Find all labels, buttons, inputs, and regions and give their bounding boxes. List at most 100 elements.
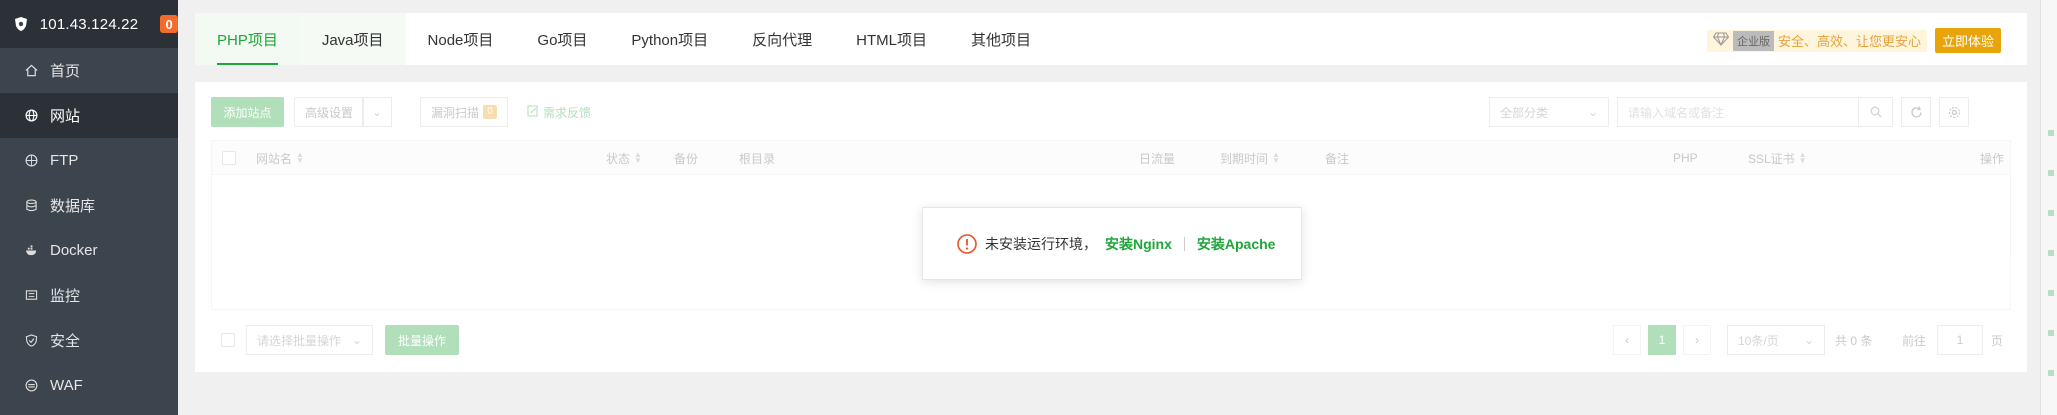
col-actions: 操作 xyxy=(1979,151,2004,166)
total-count: 共 0 条 xyxy=(1835,333,1873,348)
tab-reverse-proxy[interactable]: 反向代理 xyxy=(730,13,834,65)
tab-other[interactable]: 其他项目 xyxy=(949,13,1053,65)
ftp-icon xyxy=(24,154,38,168)
feedback-link[interactable]: 需求反馈 xyxy=(527,97,591,127)
chevron-down-icon: ⌄ xyxy=(1587,105,1598,119)
chevron-down-icon[interactable]: ⌄ xyxy=(362,97,392,127)
tab-java[interactable]: Java项目 xyxy=(299,13,406,65)
search-placeholder: 请输入域名或备注 xyxy=(1628,105,1725,120)
sidebar-item-website[interactable]: 网站 xyxy=(0,93,178,138)
try-now-button[interactable]: 立即体验 xyxy=(1934,28,2001,53)
notification-badge[interactable]: 0 xyxy=(160,15,178,33)
prev-page-button[interactable]: ‹ xyxy=(1613,325,1641,355)
col-backup: 备份 xyxy=(674,151,699,166)
table-footer: 请选择批量操作 ⌄ 批量操作 ‹ 1 › 10条/页 ⌄ 共 0 条 前往 1 … xyxy=(211,325,2011,357)
search-icon[interactable] xyxy=(1858,98,1892,126)
docker-icon xyxy=(24,244,38,258)
right-edge-strip xyxy=(2040,0,2057,415)
install-nginx-link[interactable]: 安装Nginx xyxy=(1105,234,1172,254)
sort-icon: ▲ ▼ xyxy=(1272,150,1280,165)
toolbar: 添加站点 高级设置 ⌄ 漏洞扫描 0 需求反馈 全部分类 ⌄ 请输入域名或备注 xyxy=(211,97,2011,129)
sidebar-item-ftp[interactable]: FTP xyxy=(0,138,178,183)
col-expire[interactable]: 到期时间 ▲ ▼ xyxy=(1220,141,1280,175)
sidebar-item-label: 安全 xyxy=(50,333,81,350)
enterprise-banner[interactable]: 企业版 安全、高效、让您更安心 xyxy=(1706,29,1927,52)
sidebar-item-database[interactable]: 数据库 xyxy=(0,183,178,228)
col-label: 网站名 xyxy=(256,151,293,166)
next-page-button[interactable]: › xyxy=(1683,325,1711,355)
refresh-icon[interactable] xyxy=(1901,97,1931,127)
vuln-scan-button[interactable]: 漏洞扫描 0 xyxy=(420,97,509,127)
monitor-icon xyxy=(24,289,38,303)
project-tabs: PHP项目 Java项目 Node项目 Go项目 Python项目 反向代理 H… xyxy=(195,13,2027,65)
tab-html[interactable]: HTML项目 xyxy=(834,13,949,65)
batch-select[interactable]: 请选择批量操作 ⌄ xyxy=(246,325,373,355)
col-status[interactable]: 状态 ▲ ▼ xyxy=(606,141,642,175)
env-missing-dialog: 未安装运行环境， 安装Nginx 安装Apache xyxy=(922,207,1302,280)
sidebar-item-label: WAF xyxy=(50,377,83,394)
install-apache-link[interactable]: 安装Apache xyxy=(1197,234,1276,254)
select-all-checkbox[interactable] xyxy=(222,141,236,175)
vuln-scan-label: 漏洞扫描 xyxy=(431,105,480,120)
page-size-value: 10条/页 xyxy=(1738,333,1779,348)
server-ip[interactable]: 101.43.124.22 xyxy=(40,16,139,33)
home-icon xyxy=(24,64,38,78)
gear-icon[interactable] xyxy=(1939,97,1969,127)
col-daily-traffic: 日流量 xyxy=(1139,151,1176,166)
sidebar-header: 101.43.124.22 0 xyxy=(0,0,178,48)
advanced-settings-button[interactable]: 高级设置 xyxy=(294,97,364,127)
sidebar-item-waf[interactable]: WAF xyxy=(0,363,178,408)
database-icon xyxy=(24,199,38,213)
col-site-name[interactable]: 网站名 ▲ ▼ xyxy=(256,141,304,175)
enterprise-tag: 企业版 xyxy=(1732,30,1774,51)
table-header: 网站名 ▲ ▼ 状态 ▲ ▼ 备份 根目录 日流量 到期时间 ▲ ▼ 备注 PHP SSL证… xyxy=(212,141,2010,175)
search-input[interactable]: 请输入域名或备注 xyxy=(1617,97,1893,127)
page-suffix: 页 xyxy=(1991,333,2004,348)
tab-php[interactable]: PHP项目 xyxy=(195,13,300,65)
category-select[interactable]: 全部分类 ⌄ xyxy=(1489,97,1609,127)
goto-label: 前往 xyxy=(1902,333,1927,348)
chevron-down-icon: ⌄ xyxy=(1803,333,1814,347)
tab-python[interactable]: Python项目 xyxy=(609,13,730,65)
sidebar-item-monitor[interactable]: 监控 xyxy=(0,273,178,318)
feedback-label: 需求反馈 xyxy=(543,105,592,120)
warning-icon xyxy=(957,233,977,254)
divider xyxy=(1183,236,1185,251)
edit-icon xyxy=(527,105,539,120)
col-root-dir: 根目录 xyxy=(739,151,776,166)
sidebar-item-label: 数据库 xyxy=(50,198,96,215)
col-label: 到期时间 xyxy=(1220,151,1269,166)
col-php: PHP xyxy=(1673,151,1698,165)
sort-icon: ▲ ▼ xyxy=(634,150,642,165)
tab-node[interactable]: Node项目 xyxy=(406,13,516,65)
sidebar-item-home[interactable]: 首页 xyxy=(0,48,178,93)
footer-checkbox[interactable] xyxy=(221,325,235,355)
diamond-icon xyxy=(1712,32,1730,49)
batch-action-button[interactable]: 批量操作 xyxy=(385,325,459,355)
page-size-select[interactable]: 10条/页 ⌄ xyxy=(1727,325,1825,355)
sidebar: 101.43.124.22 0 首页 网站 FTP 数据库 Docker 监控 … xyxy=(0,0,178,415)
tab-go[interactable]: Go项目 xyxy=(515,13,609,65)
col-label: SSL证书 xyxy=(1748,151,1795,166)
col-remark: 备注 xyxy=(1325,151,1350,166)
vuln-count-badge: 0 xyxy=(483,105,498,119)
sidebar-item-label: Docker xyxy=(50,242,98,259)
sidebar-item-label: FTP xyxy=(50,152,79,169)
globe-icon xyxy=(24,109,38,123)
category-value: 全部分类 xyxy=(1500,105,1549,120)
sort-icon: ▲ ▼ xyxy=(296,150,304,165)
sidebar-item-docker[interactable]: Docker xyxy=(0,228,178,273)
add-site-button[interactable]: 添加站点 xyxy=(211,97,284,127)
dialog-message: 未安装运行环境， xyxy=(985,235,1097,252)
enterprise-slogan: 安全、高效、让您更安心 xyxy=(1777,34,1921,49)
batch-placeholder: 请选择批量操作 xyxy=(257,333,342,348)
waf-icon xyxy=(24,379,38,393)
sidebar-item-label: 监控 xyxy=(50,288,81,305)
sidebar-item-security[interactable]: 安全 xyxy=(0,318,178,363)
chevron-down-icon: ⌄ xyxy=(351,333,362,347)
page-number[interactable]: 1 xyxy=(1648,325,1676,355)
sidebar-item-label: 网站 xyxy=(50,108,81,125)
goto-page-input[interactable]: 1 xyxy=(1937,325,1983,355)
col-ssl[interactable]: SSL证书 ▲ ▼ xyxy=(1748,141,1807,175)
enterprise-promo: 企业版 安全、高效、让您更安心 立即体验 xyxy=(1706,28,2001,53)
